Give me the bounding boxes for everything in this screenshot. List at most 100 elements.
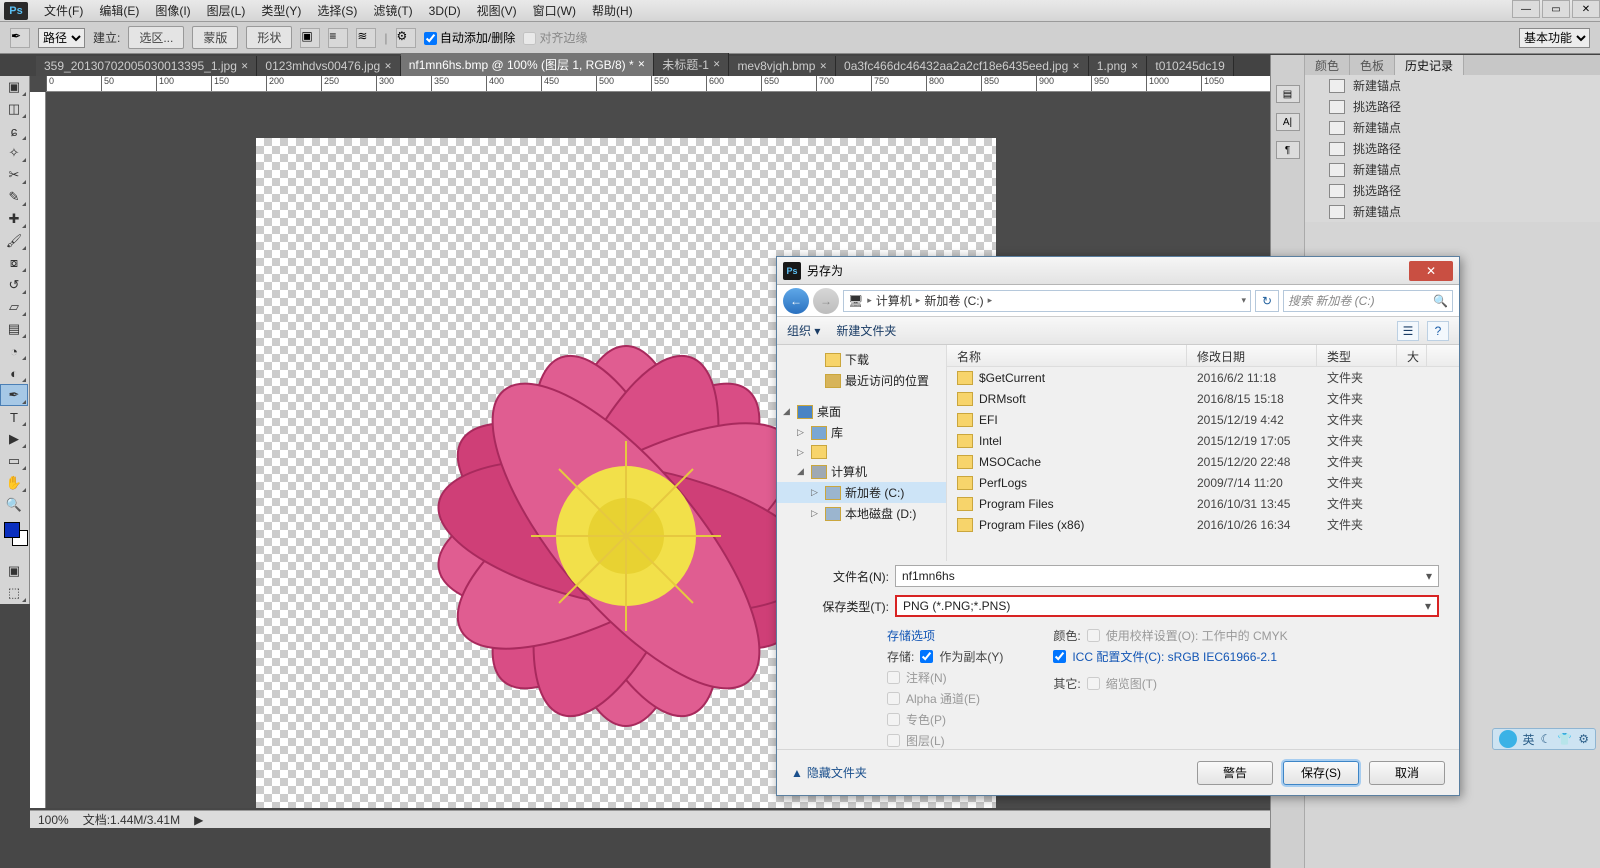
column-name[interactable]: 名称 bbox=[947, 345, 1187, 366]
type-tool[interactable]: T bbox=[0, 406, 28, 428]
file-row[interactable]: Program Files (x86)2016/10/26 16:34文件夹 bbox=[947, 514, 1459, 535]
spot-checkbox[interactable]: 专色(P) bbox=[887, 711, 1003, 728]
hand-tool[interactable]: ✋ bbox=[0, 472, 28, 494]
foreground-color[interactable] bbox=[4, 522, 20, 538]
workspace-select[interactable]: 基本功能 bbox=[1519, 28, 1590, 48]
menu-filter[interactable]: 滤镜(T) bbox=[365, 0, 420, 21]
nav-back-button[interactable]: ← bbox=[783, 288, 809, 314]
heal-tool[interactable]: ✚ bbox=[0, 208, 28, 230]
brush-tool[interactable]: 🖌 bbox=[0, 230, 28, 252]
path-align-icon[interactable]: ≡ bbox=[328, 28, 348, 48]
path-mode-select[interactable]: 路径 bbox=[38, 28, 85, 48]
quickmask-toggle[interactable]: ▣ bbox=[0, 560, 28, 582]
refresh-button[interactable]: ↻ bbox=[1255, 290, 1279, 312]
column-size[interactable]: 大 bbox=[1397, 345, 1427, 366]
doc-tab-1[interactable]: 0123mhdvs00476.jpg✕ bbox=[257, 56, 400, 76]
panel-tab-color[interactable]: 颜色 bbox=[1305, 55, 1350, 75]
gear-icon[interactable]: ⚙ bbox=[396, 28, 416, 48]
warn-button[interactable]: 警告 bbox=[1197, 761, 1273, 785]
annotate-checkbox[interactable]: 注释(N) bbox=[887, 669, 1003, 686]
thumbnail-checkbox[interactable]: 缩览图(T) bbox=[1087, 675, 1157, 692]
menu-3d[interactable]: 3D(D) bbox=[421, 2, 469, 20]
file-row[interactable]: MSOCache2015/12/20 22:48文件夹 bbox=[947, 451, 1459, 472]
close-icon[interactable]: ✕ bbox=[384, 61, 392, 72]
history-item[interactable]: 新建锚点 bbox=[1305, 117, 1600, 138]
panel-tab-history[interactable]: 历史记录 bbox=[1395, 55, 1464, 75]
menu-file[interactable]: 文件(F) bbox=[36, 0, 91, 21]
view-mode-button[interactable]: ☰ bbox=[1397, 321, 1419, 341]
path-select-tool[interactable]: ▶ bbox=[0, 428, 28, 450]
menu-select[interactable]: 选择(S) bbox=[309, 0, 365, 21]
crop-tool[interactable]: ✂ bbox=[0, 164, 28, 186]
collapsed-panel-icon[interactable]: ¶ bbox=[1276, 141, 1300, 159]
organize-button[interactable]: 组织 ▾ bbox=[787, 322, 820, 339]
collapsed-panel-icon[interactable]: ▤ bbox=[1276, 85, 1300, 103]
doc-tab-2[interactable]: nf1mn6hs.bmp @ 100% (图层 1, RGB/8) *✕ bbox=[401, 53, 654, 76]
close-icon[interactable]: ✕ bbox=[819, 61, 827, 72]
layers-checkbox[interactable]: 图层(L) bbox=[887, 732, 1003, 749]
tree-node[interactable]: ▷ bbox=[777, 443, 946, 461]
filename-input[interactable]: nf1mn6hs▾ bbox=[895, 565, 1439, 587]
file-row[interactable]: PerfLogs2009/7/14 11:20文件夹 bbox=[947, 472, 1459, 493]
history-item[interactable]: 新建锚点 bbox=[1305, 75, 1600, 96]
dialog-titlebar[interactable]: Ps 另存为 ✕ bbox=[777, 257, 1459, 285]
file-row[interactable]: $GetCurrent2016/6/2 11:18文件夹 bbox=[947, 367, 1459, 388]
path-arrange-icon[interactable]: ≋ bbox=[356, 28, 376, 48]
auto-add-delete-checkbox[interactable]: 自动添加/删除 bbox=[424, 29, 516, 46]
ruler-vertical[interactable] bbox=[30, 92, 46, 808]
ime-toolbar[interactable]: 英☾👕⚙ bbox=[1492, 728, 1597, 750]
zoom-tool[interactable]: 🔍 bbox=[0, 494, 28, 516]
hide-folders-toggle[interactable]: ▲ 隐藏文件夹 bbox=[791, 764, 867, 781]
doc-tab-0[interactable]: 359_20130702005030013395_1.jpg✕ bbox=[36, 56, 257, 76]
magic-wand-tool[interactable]: ✧ bbox=[0, 142, 28, 164]
menu-edit[interactable]: 编辑(E) bbox=[91, 0, 147, 21]
close-icon[interactable]: ✕ bbox=[241, 61, 249, 72]
doc-tab-3[interactable]: 未标题-1✕ bbox=[654, 53, 729, 76]
collapsed-panel-icon[interactable]: A| bbox=[1276, 113, 1300, 131]
doc-tab-6[interactable]: 1.png✕ bbox=[1089, 56, 1148, 76]
eraser-tool[interactable]: ▱ bbox=[0, 296, 28, 318]
history-item[interactable]: 新建锚点 bbox=[1305, 201, 1600, 222]
file-row[interactable]: Program Files2016/10/31 13:45文件夹 bbox=[947, 493, 1459, 514]
panel-tab-swatches[interactable]: 色板 bbox=[1350, 55, 1395, 75]
menu-window[interactable]: 窗口(W) bbox=[525, 0, 584, 21]
folder-tree[interactable]: 下载最近访问的位置◢桌面▷库▷◢计算机▷新加卷 (C:)▷本地磁盘 (D:) bbox=[777, 345, 947, 561]
save-as-copy-checkbox[interactable]: 作为副本(Y) bbox=[920, 648, 1003, 665]
history-brush-tool[interactable]: ↺ bbox=[0, 274, 28, 296]
tree-node[interactable]: 下载 bbox=[777, 349, 946, 370]
menu-layer[interactable]: 图层(L) bbox=[199, 0, 254, 21]
column-date[interactable]: 修改日期 bbox=[1187, 345, 1317, 366]
gradient-tool[interactable]: ▤ bbox=[0, 318, 28, 340]
build-selection-button[interactable]: 选区... bbox=[128, 26, 184, 49]
doc-tab-5[interactable]: 0a3fc466dc46432aa2a2cf18e6435eed.jpg✕ bbox=[836, 56, 1089, 76]
shape-tool[interactable]: ▭ bbox=[0, 450, 28, 472]
build-mask-button[interactable]: 蒙版 bbox=[192, 26, 238, 49]
history-item[interactable]: 挑选路径 bbox=[1305, 138, 1600, 159]
move-tool[interactable]: ▣ bbox=[0, 76, 28, 98]
doc-info[interactable]: 文档:1.44M/3.41M bbox=[83, 811, 180, 828]
file-list[interactable]: 名称 修改日期 类型 大 $GetCurrent2016/6/2 11:18文件… bbox=[947, 345, 1459, 561]
history-item[interactable]: 新建锚点 bbox=[1305, 159, 1600, 180]
new-folder-button[interactable]: 新建文件夹 bbox=[836, 322, 896, 339]
alpha-checkbox[interactable]: Alpha 通道(E) bbox=[887, 690, 1003, 707]
cancel-button[interactable]: 取消 bbox=[1369, 761, 1445, 785]
color-swatches[interactable] bbox=[4, 522, 25, 554]
dialog-close-button[interactable]: ✕ bbox=[1409, 261, 1453, 281]
history-item[interactable]: 挑选路径 bbox=[1305, 96, 1600, 117]
dodge-tool[interactable]: ◐ bbox=[0, 362, 28, 384]
breadcrumb[interactable]: 🖥 ▸ 计算机 ▸ 新加卷 (C:) ▸ ▾ bbox=[843, 290, 1251, 312]
search-input[interactable]: 搜索 新加卷 (C:) 🔍 bbox=[1283, 290, 1453, 312]
file-row[interactable]: Intel2015/12/19 17:05文件夹 bbox=[947, 430, 1459, 451]
tree-node[interactable]: ▷库 bbox=[777, 422, 946, 443]
proof-checkbox[interactable]: 使用校样设置(O): 工作中的 CMYK bbox=[1087, 627, 1288, 644]
ruler-horizontal[interactable]: 0501001502002503003504004505005506006507… bbox=[46, 76, 1270, 92]
tree-node[interactable]: ◢计算机 bbox=[777, 461, 946, 482]
doc-tab-7[interactable]: t010245dc19 bbox=[1147, 56, 1233, 76]
lasso-tool[interactable]: ɕ bbox=[0, 120, 28, 142]
save-button[interactable]: 保存(S) bbox=[1283, 761, 1359, 785]
column-type[interactable]: 类型 bbox=[1317, 345, 1397, 366]
file-row[interactable]: DRMsoft2016/8/15 15:18文件夹 bbox=[947, 388, 1459, 409]
doc-tab-4[interactable]: mev8vjqh.bmp✕ bbox=[729, 56, 836, 76]
close-icon[interactable]: ✕ bbox=[713, 59, 721, 70]
nav-forward-button[interactable]: → bbox=[813, 288, 839, 314]
